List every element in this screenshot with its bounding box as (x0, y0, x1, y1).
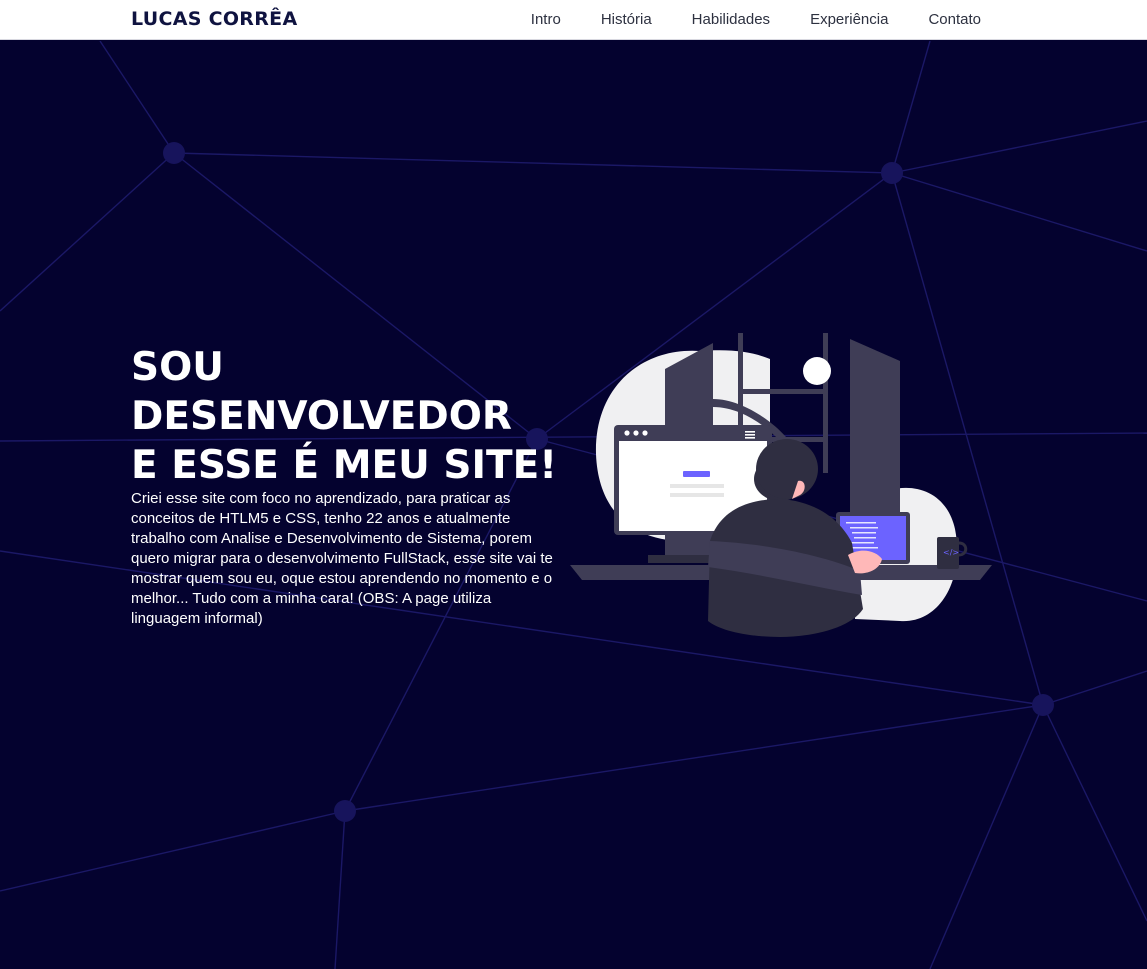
hero-headline: SOU DESENVOLVEDOR E ESSE É MEU SITE! (131, 343, 571, 490)
headline-line-2: DESENVOLVEDOR (131, 394, 512, 439)
nav-link-habilidades[interactable]: Habilidades (692, 11, 770, 28)
nav-link-historia[interactable]: História (601, 11, 652, 28)
svg-text:</>: </> (943, 548, 959, 557)
nav-link-experiencia[interactable]: Experiência (810, 11, 888, 28)
nav-link-contato[interactable]: Contato (928, 11, 981, 28)
headline-line-3: E ESSE É MEU SITE! (131, 443, 558, 488)
main-nav: Intro História Habilidades Experiência C… (491, 11, 981, 28)
hero-section: SOU DESENVOLVEDOR E ESSE É MEU SITE! Cri… (0, 41, 1147, 969)
navbar: LUCAS CORRÊA Intro História Habilidades … (0, 0, 1147, 40)
headline-line-1: SOU (131, 345, 224, 390)
nav-link-intro[interactable]: Intro (531, 11, 561, 28)
brand-logo[interactable]: LUCAS CORRÊA (131, 8, 297, 30)
developer-at-computer-illustration: </> (570, 333, 992, 637)
hero-description: Criei esse site com foco no aprendizado,… (131, 490, 553, 627)
